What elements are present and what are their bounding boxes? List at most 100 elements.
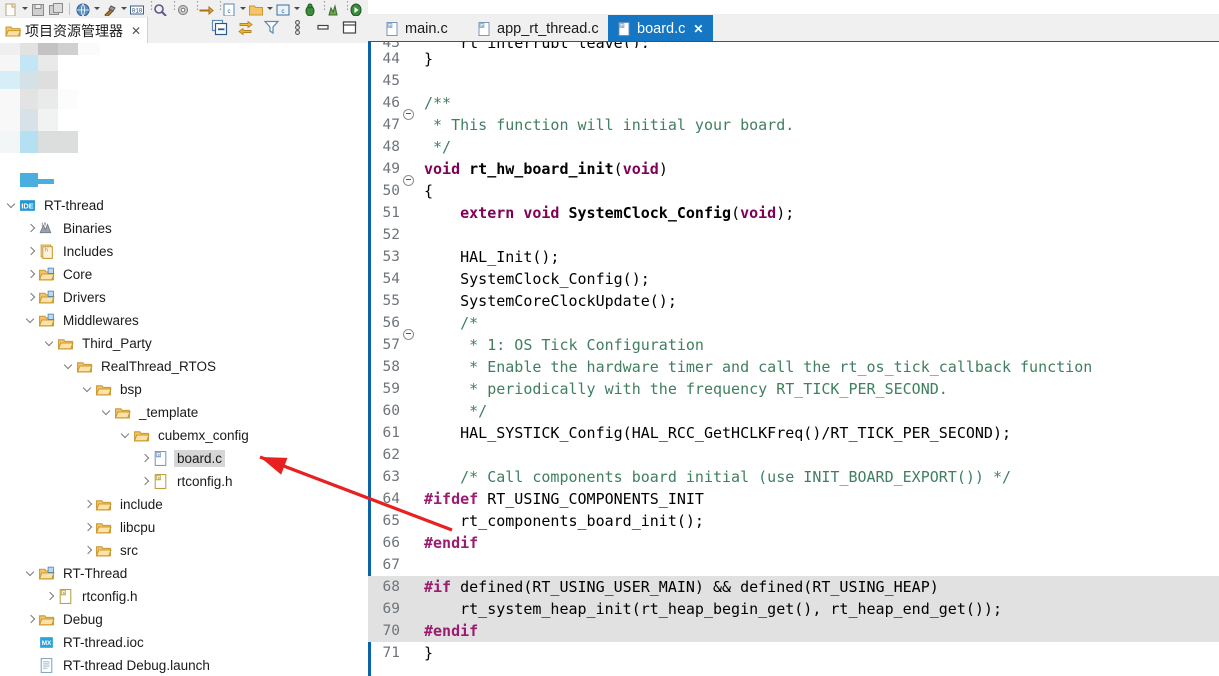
code-text[interactable] — [421, 444, 1219, 466]
link-with-editor-icon[interactable] — [237, 19, 254, 36]
chevron-right-icon[interactable] — [82, 539, 95, 562]
code-text[interactable]: #endif — [421, 620, 1219, 642]
dropdown-arrow-icon[interactable] — [119, 0, 128, 16]
filter-icon[interactable] — [263, 19, 280, 36]
tree-item-bsp[interactable]: bsp — [0, 378, 368, 401]
code-line[interactable]: 64 #ifdef RT_USING_COMPONENTS_INIT — [368, 488, 1219, 510]
code-content[interactable]: 43 rt_interrupt_leave();44}45 46/**47 * … — [368, 42, 1219, 668]
tree-item-includes[interactable]: h Includes — [0, 240, 368, 263]
project-tree[interactable]: IDE RT-thread 10 Binaries h Includes Core Drive… — [0, 194, 368, 676]
search-icon[interactable] — [152, 0, 168, 16]
tree-item-include[interactable]: include — [0, 493, 368, 516]
code-line[interactable]: 69 rt_system_heap_init(rt_heap_begin_get… — [368, 598, 1219, 620]
code-text[interactable]: void rt_hw_board_init(void) — [421, 158, 1219, 180]
code-text[interactable]: HAL_Init(); — [421, 246, 1219, 268]
dropdown-arrow-icon[interactable] — [20, 0, 29, 16]
code-text[interactable]: } — [421, 642, 1219, 664]
tree-item-src[interactable]: src — [0, 539, 368, 562]
editor-body[interactable]: 43 rt_interrupt_leave();44}45 46/**47 * … — [368, 42, 1219, 676]
chevron-down-icon[interactable] — [44, 332, 57, 355]
build-hammer-icon[interactable] — [102, 0, 118, 16]
new-file-icon[interactable] — [3, 0, 19, 16]
tree-item--template[interactable]: _template — [0, 401, 368, 424]
code-line[interactable]: 66 #endif — [368, 532, 1219, 554]
run-icon[interactable] — [348, 0, 364, 16]
code-line[interactable]: 53 HAL_Init(); — [368, 246, 1219, 268]
code-line[interactable]: 45 — [368, 70, 1219, 92]
code-text[interactable]: extern void SystemClock_Config(void); — [421, 202, 1219, 224]
chevron-down-icon[interactable] — [6, 194, 19, 217]
chevron-down-icon[interactable] — [25, 562, 38, 585]
tree-item-rt-thread[interactable]: IDE RT-thread — [0, 194, 368, 217]
code-text[interactable]: * Enable the hardware timer and call the… — [421, 356, 1219, 378]
view-toolbar[interactable] — [211, 19, 358, 36]
c-file-icon[interactable]: c — [221, 0, 237, 16]
view-menu-icon[interactable] — [289, 19, 306, 36]
chevron-right-icon[interactable] — [25, 263, 38, 286]
code-text[interactable]: HAL_SYSTICK_Config(HAL_RCC_GetHCLKFreq()… — [421, 422, 1219, 444]
code-text[interactable]: rt_components_board_init(); — [421, 510, 1219, 532]
code-line[interactable]: 46 /** — [368, 92, 1219, 120]
code-text[interactable] — [421, 70, 1219, 92]
code-text[interactable]: */ — [421, 400, 1219, 422]
code-text[interactable]: } — [421, 48, 1219, 70]
code-line[interactable]: 49 void rt_hw_board_init(void) — [368, 158, 1219, 186]
code-line[interactable]: 65 rt_components_board_init(); — [368, 510, 1219, 532]
tree-item-middlewares[interactable]: Middlewares — [0, 309, 368, 332]
code-line[interactable]: 51 extern void SystemClock_Config(void); — [368, 202, 1219, 224]
chevron-right-icon[interactable] — [82, 516, 95, 539]
chevron-down-icon[interactable] — [63, 355, 76, 378]
code-text[interactable]: { — [421, 180, 1219, 202]
code-text[interactable]: * periodically with the frequency RT_TIC… — [421, 378, 1219, 400]
editor-tab-board-c[interactable]: .c board.c ✕ — [608, 15, 714, 42]
dropdown-arrow-icon[interactable] — [292, 0, 301, 16]
dropdown-arrow-icon[interactable] — [265, 0, 274, 16]
chevron-right-icon[interactable] — [44, 585, 57, 608]
tree-item-rt-thread-debug-launch[interactable]: RT-thread Debug.launch — [0, 654, 368, 676]
code-line[interactable]: 58 * Enable the hardware timer and call … — [368, 356, 1219, 378]
code-text[interactable]: SystemClock_Config(); — [421, 268, 1219, 290]
dropdown-arrow-icon[interactable] — [92, 0, 101, 16]
chevron-down-icon[interactable] — [82, 378, 95, 401]
settings-gear-icon[interactable] — [175, 0, 191, 16]
maximize-icon[interactable] — [341, 19, 358, 36]
code-text[interactable]: #if defined(RT_USING_USER_MAIN) && defin… — [421, 576, 1219, 598]
tree-item-rt-thread-ioc[interactable]: MX RT-thread.ioc — [0, 631, 368, 654]
code-line[interactable]: 54 SystemClock_Config(); — [368, 268, 1219, 290]
save-icon[interactable] — [30, 0, 46, 16]
tab-project-explorer[interactable]: 项目资源管理器 ✕ — [0, 16, 149, 43]
chevron-right-icon[interactable] — [25, 286, 38, 309]
tree-item-realthread-rtos[interactable]: RealThread_RTOS — [0, 355, 368, 378]
code-line[interactable]: 60 */ — [368, 400, 1219, 422]
tree-item-rtconfig-h[interactable]: .h rtconfig.h — [0, 585, 368, 608]
code-line[interactable]: 50 { — [368, 180, 1219, 202]
code-line[interactable]: 47 * This function will initial your boa… — [368, 114, 1219, 136]
binary-010-icon[interactable]: 010 — [129, 0, 145, 16]
step-return-icon[interactable] — [198, 0, 214, 16]
build-all-icon[interactable] — [75, 0, 91, 16]
code-line[interactable]: 63 /* Call components board initial (use… — [368, 466, 1219, 488]
tree-item-core[interactable]: Core — [0, 263, 368, 286]
code-text[interactable]: /* — [421, 312, 1219, 334]
open-folder-icon[interactable] — [248, 0, 264, 16]
editor-tabbar[interactable]: .c main.c .c app_rt_thread.c .c board.c ✕ — [368, 14, 1219, 42]
code-line[interactable]: 61 HAL_SYSTICK_Config(HAL_RCC_GetHCLKFre… — [368, 422, 1219, 444]
chevron-down-icon[interactable] — [101, 401, 114, 424]
chevron-right-icon[interactable] — [25, 217, 38, 240]
debug-bug-icon[interactable] — [302, 0, 318, 16]
code-text[interactable]: rt_system_heap_init(rt_heap_begin_get(),… — [421, 598, 1219, 620]
chevron-right-icon[interactable] — [25, 240, 38, 263]
code-line[interactable]: 68 #if defined(RT_USING_USER_MAIN) && def… — [368, 576, 1219, 598]
c-project-icon[interactable]: c — [275, 0, 291, 16]
collapse-all-icon[interactable] — [211, 19, 228, 36]
code-text[interactable] — [421, 224, 1219, 246]
chevron-right-icon[interactable] — [139, 470, 152, 493]
chevron-right-icon[interactable] — [139, 447, 152, 470]
tree-item-debug[interactable]: Debug — [0, 608, 368, 631]
code-line[interactable]: 70 #endif — [368, 620, 1219, 642]
dropdown-arrow-icon[interactable] — [238, 0, 247, 16]
code-text[interactable] — [421, 554, 1219, 576]
code-line[interactable]: 67 — [368, 554, 1219, 576]
tree-item-libcpu[interactable]: libcpu — [0, 516, 368, 539]
code-line[interactable]: 59 * periodically with the frequency RT_… — [368, 378, 1219, 400]
